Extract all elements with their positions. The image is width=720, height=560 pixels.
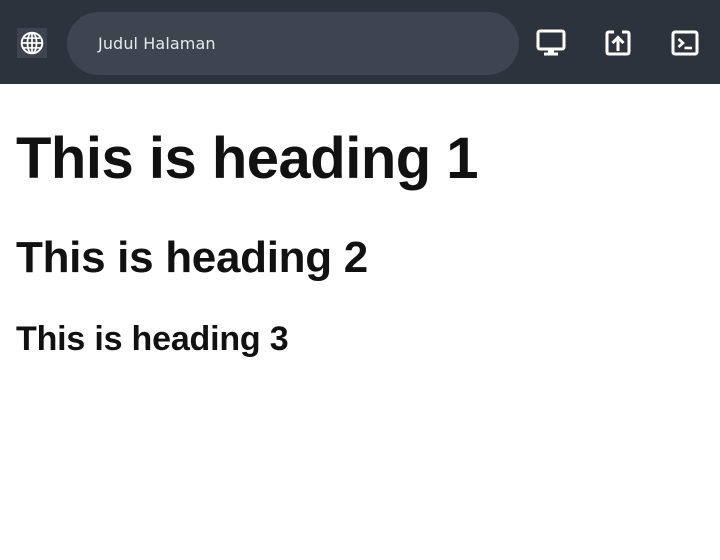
open-in-new-icon	[605, 30, 631, 56]
terminal-icon	[671, 30, 699, 56]
heading-2: This is heading 2	[16, 233, 368, 282]
desktop-view-button[interactable]	[536, 28, 566, 58]
open-external-button[interactable]	[603, 28, 633, 58]
desktop-icon	[536, 29, 566, 56]
console-button[interactable]	[670, 28, 700, 58]
heading-3: This is heading 3	[16, 320, 289, 358]
page-title: Judul Halaman	[98, 34, 216, 53]
globe-icon	[20, 31, 44, 55]
site-info-button[interactable]	[17, 28, 47, 58]
browser-toolbar: Judul Halaman	[0, 0, 720, 84]
address-bar[interactable]: Judul Halaman	[67, 12, 519, 75]
heading-1: This is heading 1	[16, 126, 479, 191]
